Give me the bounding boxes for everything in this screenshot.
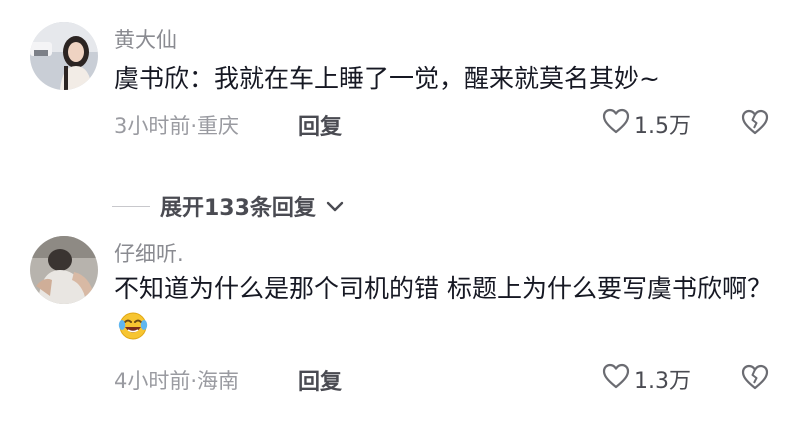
like-count: 1.5万 [634, 114, 691, 139]
comment-meta: 3小时前·重庆 [114, 114, 240, 138]
laughing-crying-emoji [118, 311, 148, 352]
like-button[interactable]: 1.3万 [602, 363, 691, 395]
expand-replies-label: 展开133条回复 [160, 196, 316, 221]
dislike-button[interactable] [741, 364, 769, 394]
comment-text: 虞书欣：我就在车上睡了一觉，醒来就莫名其妙~ [114, 64, 660, 93]
heart-outline-icon [602, 108, 630, 140]
avatar[interactable] [30, 236, 98, 304]
comment-meta: 4小时前·海南 [114, 369, 240, 393]
comment-text-content: 不知道为什么是那个司机的错 标题上为什么要写虞书欣啊？ [114, 274, 772, 303]
avatar[interactable] [30, 22, 98, 90]
username[interactable]: 仔细听. [114, 238, 184, 268]
like-button[interactable]: 1.5万 [602, 108, 691, 140]
broken-heart-icon [741, 109, 769, 139]
like-count: 1.3万 [634, 369, 691, 394]
reply-button[interactable]: 回复 [298, 109, 342, 141]
expand-replies-button[interactable]: 展开133条回复 [112, 190, 344, 222]
comment-text: 不知道为什么是那个司机的错 标题上为什么要写虞书欣啊？ [114, 270, 774, 352]
username[interactable]: 黄大仙 [114, 24, 177, 54]
broken-heart-icon [741, 364, 769, 394]
heart-outline-icon [602, 363, 630, 395]
chevron-down-icon [326, 194, 344, 219]
comment-list: 黄大仙 虞书欣：我就在车上睡了一觉，醒来就莫名其妙~ 3小时前·重庆 回复 1.… [0, 0, 800, 429]
reply-button[interactable]: 回复 [298, 364, 342, 396]
dislike-button[interactable] [741, 109, 769, 139]
divider-line [112, 205, 150, 207]
